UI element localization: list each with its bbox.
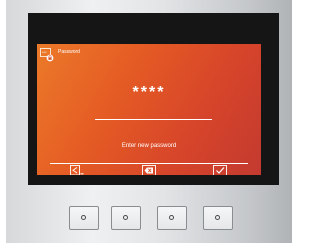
password-icon: *** xyxy=(40,48,54,62)
hardware-key-1[interactable] xyxy=(69,206,99,230)
screen-title: Password xyxy=(58,49,80,55)
prompt-text: Enter new password xyxy=(121,143,177,149)
intercom-panel: *** Password **** Enter new password xyxy=(6,0,292,243)
delete-icon[interactable] xyxy=(142,165,156,175)
softkey-divider xyxy=(50,163,248,164)
password-field[interactable]: **** xyxy=(37,84,261,102)
back-icon[interactable] xyxy=(70,165,84,175)
password-underline xyxy=(95,119,212,120)
hardware-key-3[interactable] xyxy=(157,206,187,230)
hardware-key-2[interactable] xyxy=(111,206,141,230)
screen-bezel: *** Password **** Enter new password xyxy=(28,13,279,185)
confirm-icon[interactable] xyxy=(213,165,227,175)
key-dot-icon xyxy=(81,215,86,220)
key-dot-icon xyxy=(169,215,174,220)
hardware-key-4[interactable] xyxy=(203,206,233,230)
svg-text:***: *** xyxy=(42,50,47,55)
key-dot-icon xyxy=(123,215,128,220)
key-dot-icon xyxy=(215,215,220,220)
lcd-screen: *** Password **** Enter new password xyxy=(37,44,261,175)
